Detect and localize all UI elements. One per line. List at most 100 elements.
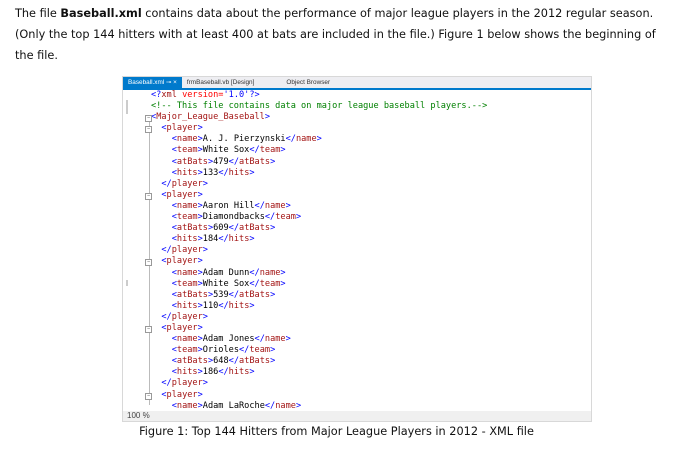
xml-bracket: </ [249, 145, 260, 156]
xml-text: Aaron Hill [202, 200, 255, 211]
xml-tag: hits [176, 167, 198, 178]
collapse-icon[interactable]: − [145, 259, 152, 267]
xml-text [151, 323, 161, 333]
xml-bracket: > [280, 278, 286, 289]
xml-tag: atBats [176, 156, 208, 167]
collapse-icon[interactable]: − [145, 126, 152, 134]
code-line: <hits>186</hits> [151, 367, 487, 378]
xml-bracket: > [270, 156, 276, 167]
xml-tag: team [176, 212, 198, 223]
xml-text: 186 [202, 367, 219, 378]
document-page: The file Baseball.xml contains data abou… [0, 0, 673, 458]
intro-text: The file [15, 7, 61, 20]
xml-bracket: </ [249, 267, 260, 278]
xml-bracket: > [249, 234, 255, 245]
xml-tag: player [166, 256, 198, 267]
xml-bracket: > [270, 289, 276, 300]
xml-bracket: > [202, 178, 208, 189]
xml-text [151, 401, 172, 411]
xml-text: White Sox [202, 145, 250, 156]
xml-text: 479 [213, 156, 229, 167]
tab-object-browser[interactable]: Object Browser [281, 77, 335, 88]
xml-bracket: > [197, 189, 203, 200]
xml-attr-value: version= [176, 90, 224, 100]
close-icon[interactable]: × [173, 79, 177, 86]
xml-bracket: </ [264, 400, 276, 411]
gutter-marker [126, 280, 128, 286]
xml-bracket: </ [218, 167, 229, 178]
xml-tag: team [176, 145, 198, 156]
tab-baseball-xml[interactable]: Baseball.xml ⊸ × [123, 77, 182, 88]
xml-tag: player [171, 245, 203, 256]
xml-tag: team [259, 145, 281, 156]
xml-text [151, 345, 172, 355]
xml-tag: name [176, 134, 198, 145]
xml-text [151, 179, 161, 189]
xml-bracket: <? [151, 90, 162, 100]
code-line: <hits>133</hits> [151, 168, 487, 179]
xml-bracket: > [264, 112, 271, 123]
code-line: <name>Adam Dunn</name> [151, 268, 487, 279]
xml-text [151, 134, 172, 144]
xml-tag: player [171, 311, 203, 322]
xml-bracket: </ [254, 200, 265, 211]
xml-text: Adam LaRoche [202, 400, 265, 411]
collapse-icon[interactable]: − [145, 115, 152, 123]
zoom-level[interactable]: 100 % [123, 411, 591, 421]
xml-tag: name [176, 267, 198, 278]
xml-bracket: > [285, 334, 291, 345]
tab-frmbaseball-design[interactable]: frmBaseball.vb [Design] [182, 77, 260, 88]
xml-bracket: </ [228, 356, 240, 367]
pin-icon[interactable]: ⊸ [166, 79, 171, 86]
xml-bracket: </ [228, 156, 240, 167]
xml-tag: player [166, 322, 198, 333]
figure-caption: Figure 1: Top 144 Hitters from Major Lea… [139, 425, 534, 438]
xml-text: White Sox [202, 278, 250, 289]
xml-tag: player [171, 378, 203, 389]
xml-tag: name [176, 400, 198, 411]
code-line: <name>A. J. Pierzynski</name> [151, 134, 487, 145]
xml-text [151, 256, 161, 266]
xml-text [151, 168, 172, 178]
code-line: <!-- This file contains data on major le… [151, 101, 487, 112]
xml-text [151, 378, 161, 388]
xml-tag: player [171, 178, 203, 189]
collapse-icon[interactable]: − [145, 392, 152, 400]
xml-bracket: </ [264, 212, 276, 223]
code-line: <atBats>609</atBats> [151, 223, 487, 234]
editor-tabs: Baseball.xml ⊸ × frmBaseball.vb [Design]… [123, 77, 591, 90]
xml-text [151, 367, 172, 377]
xml-bracket: > [295, 400, 302, 411]
xml-bracket: </ [285, 134, 296, 145]
xml-bracket: </ [218, 234, 229, 245]
xml-tag: hits [176, 234, 198, 245]
xml-tag: name [264, 200, 286, 211]
xml-text [151, 212, 172, 222]
code-line: <team>Diamondbacks</team> [151, 212, 487, 223]
collapse-icon[interactable]: − [145, 192, 152, 200]
xml-tag: player [166, 189, 198, 200]
xml-tag: name [259, 267, 281, 278]
xml-tag: atBats [239, 356, 271, 367]
xml-text [151, 268, 172, 278]
xml-bracket: > [197, 123, 203, 134]
code-line: <team>White Sox</team> [151, 279, 487, 290]
xml-tag: player [166, 389, 198, 400]
xml-text: Adam Dunn [202, 267, 250, 278]
xml-bracket: </ [228, 223, 240, 234]
xml-tag: name [176, 200, 198, 211]
collapse-icon[interactable]: − [145, 325, 152, 333]
xml-text: 609 [213, 223, 229, 234]
xml-text: 133 [202, 167, 219, 178]
xml-bracket: > [202, 245, 208, 256]
code-line: − <player> [145, 123, 487, 134]
code-line: <hits>110</hits> [151, 301, 487, 312]
xml-tag: atBats [239, 289, 271, 300]
code-line: </player> [151, 378, 487, 389]
xml-code[interactable]: <?xml version='1.0'?> <!-- This file cont… [145, 90, 487, 412]
gutter-marker [126, 100, 128, 114]
xml-bracket: > [316, 134, 322, 145]
xml-tag: hits [176, 300, 198, 311]
xml-tag: team [249, 345, 271, 356]
xml-text: Orioles [202, 345, 239, 356]
